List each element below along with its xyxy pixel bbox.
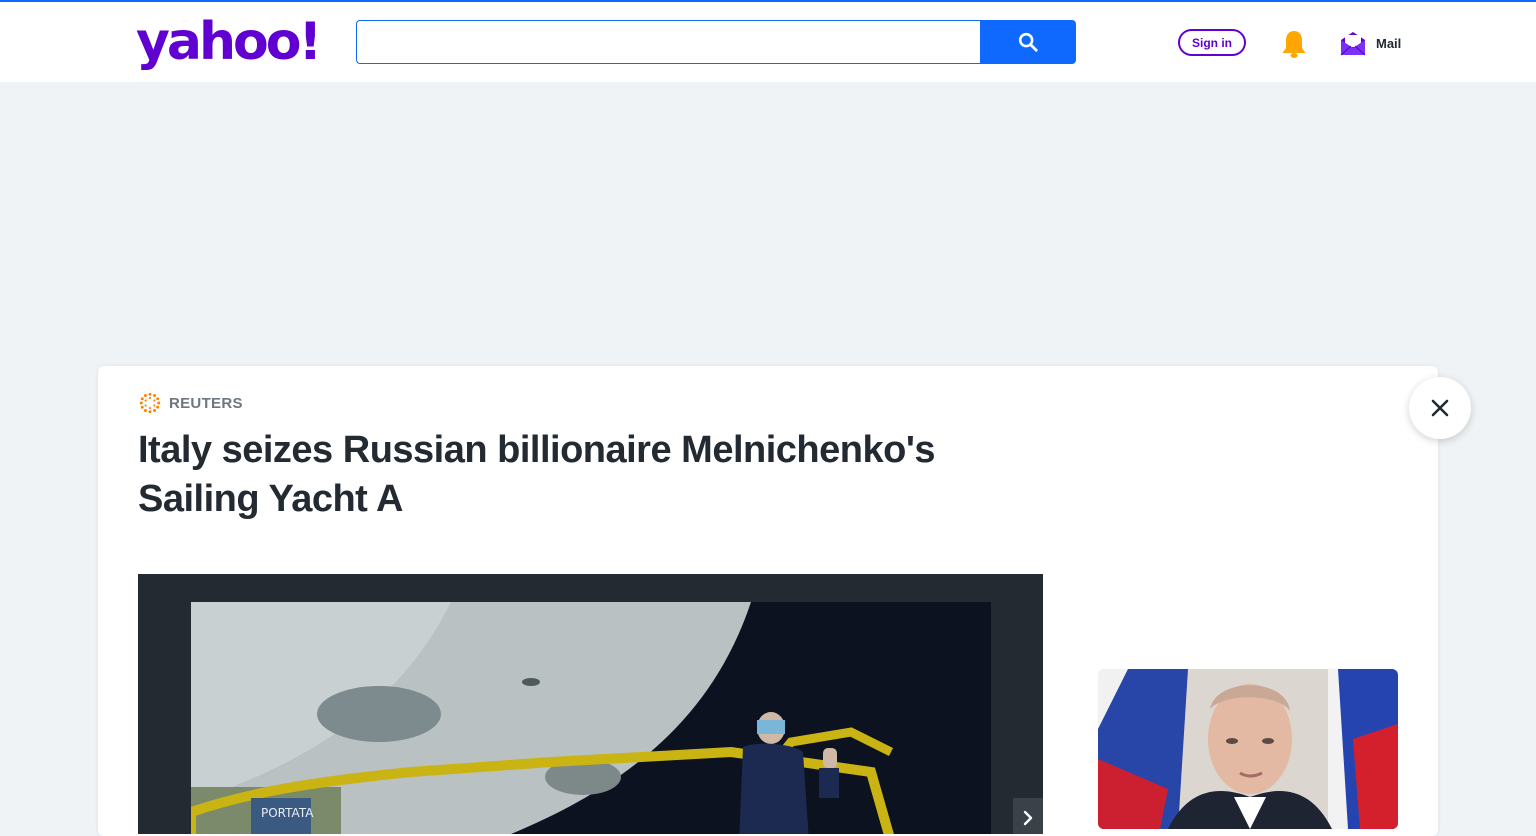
page-progress-line (0, 0, 1536, 2)
search-input[interactable] (356, 20, 980, 64)
search-button[interactable] (980, 20, 1076, 64)
related-story-thumbnail[interactable] (1098, 669, 1398, 829)
article-headline: Italy seizes Russian billionaire Melnich… (138, 429, 936, 520)
related-story-photo (1098, 669, 1398, 829)
publisher-name: REUTERS (169, 394, 243, 412)
yahoo-logo[interactable]: yahoo! (136, 14, 322, 70)
sign-in-button[interactable]: Sign in (1178, 29, 1246, 56)
search-icon (1018, 32, 1038, 52)
close-modal-button[interactable] (1409, 377, 1471, 439)
yacht-seizure-photo: PORTATA (191, 602, 991, 834)
close-icon (1431, 399, 1449, 417)
mail-link[interactable]: Mail (1340, 28, 1401, 58)
article-image-gallery[interactable]: PORTATA (138, 574, 1043, 834)
publisher-attribution[interactable]: REUTERS (138, 392, 243, 414)
mail-label: Mail (1376, 35, 1402, 51)
mail-icon (1340, 32, 1366, 56)
gallery-next-button[interactable] (1013, 798, 1043, 834)
search-form (356, 20, 1076, 64)
svg-text:PORTATA: PORTATA (261, 806, 314, 820)
top-navigation-bar: yahoo! Sign in Mail (0, 0, 1536, 82)
reuters-logo-icon (139, 392, 161, 414)
bell-icon (1282, 31, 1306, 58)
notifications-button[interactable] (1280, 29, 1308, 59)
